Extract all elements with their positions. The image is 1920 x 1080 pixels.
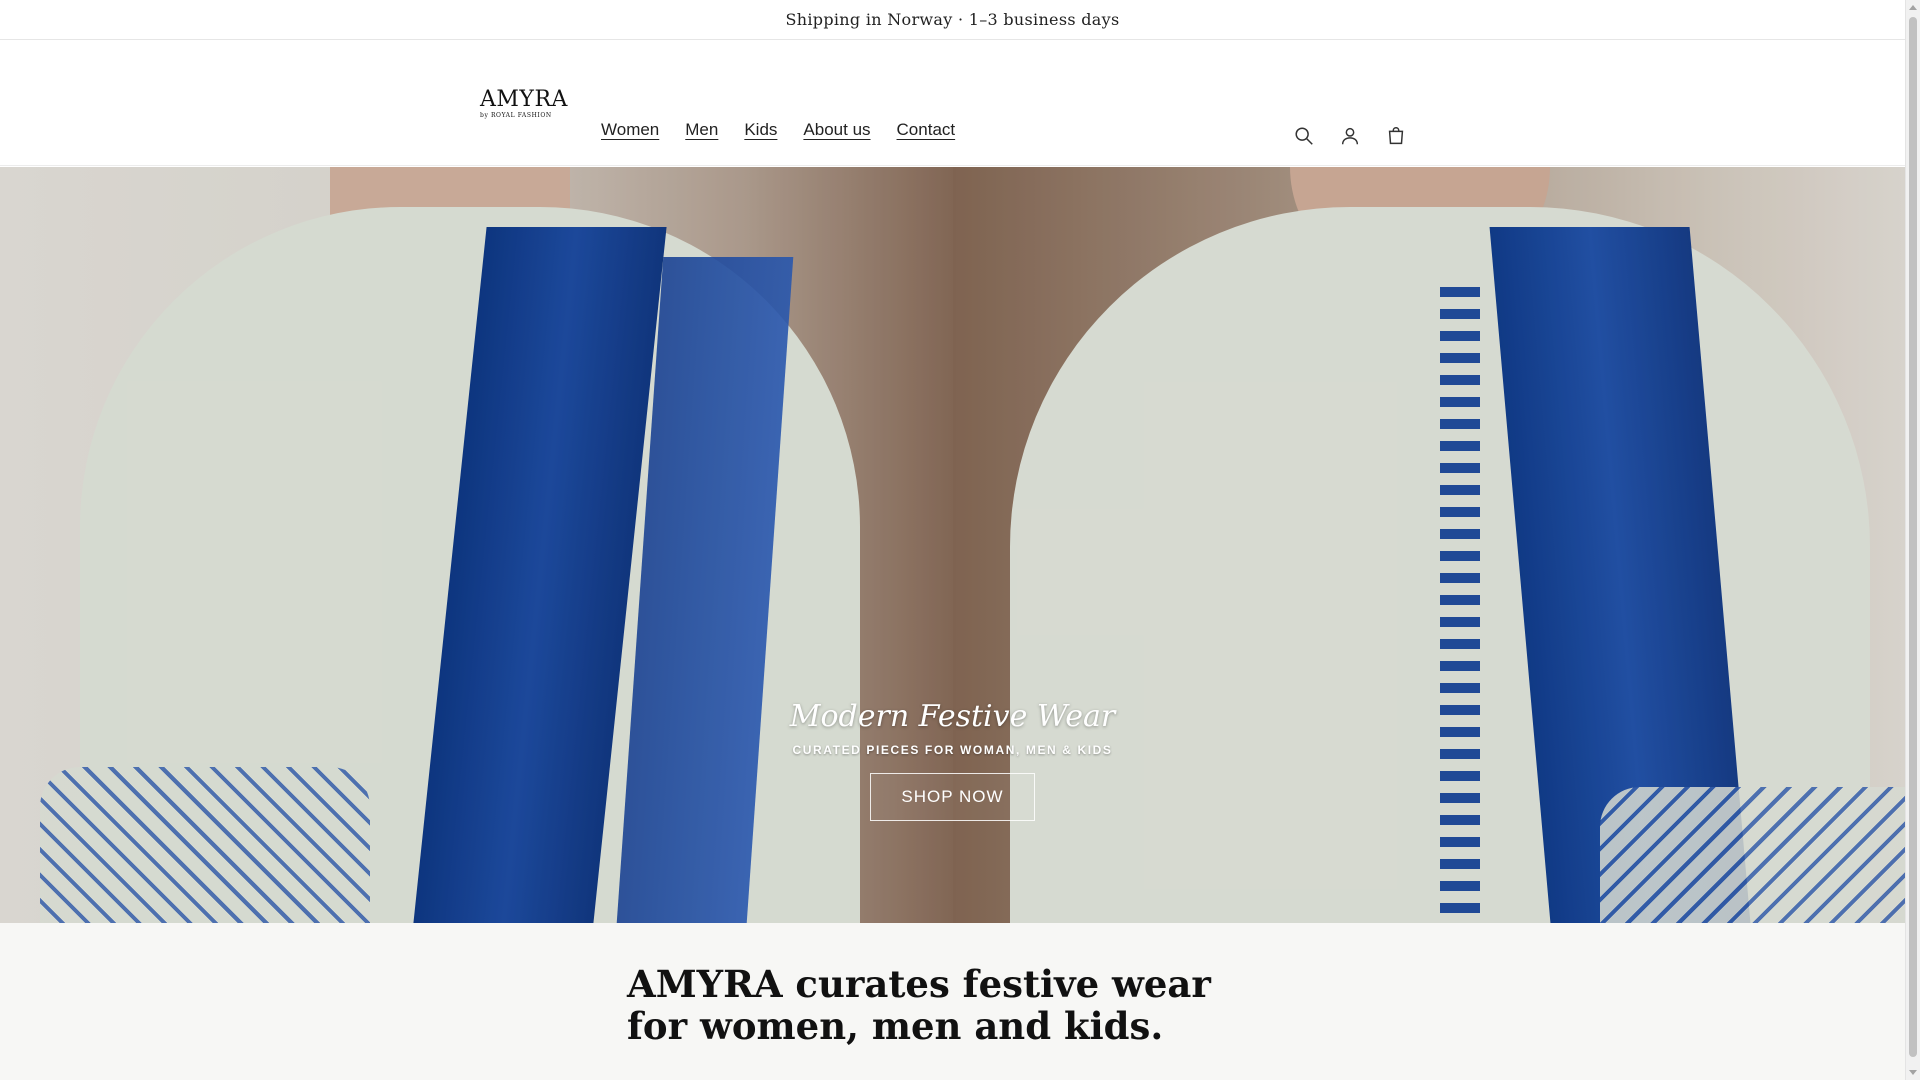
scroll-thumb[interactable] xyxy=(1909,17,1917,1057)
scroll-up-arrow-icon[interactable] xyxy=(1909,5,1917,10)
intro-heading: AMYRA curates festive wear for women, me… xyxy=(627,962,1211,1048)
search-icon xyxy=(1295,127,1313,145)
nav-item-contact[interactable]: Contact xyxy=(884,120,969,140)
scroll-down-arrow-icon[interactable] xyxy=(1909,1070,1917,1075)
announcement-bar: Shipping in Norway · 1–3 business days xyxy=(0,0,1905,40)
logo-wordmark: AMYRA xyxy=(480,87,568,112)
hero-content: Modern Festive Wear CURATED PIECES FOR W… xyxy=(0,697,1905,821)
cart-icon xyxy=(1388,127,1404,145)
hero-subtitle: CURATED PIECES FOR WOMAN, MEN & KIDS xyxy=(792,743,1113,757)
nav-item-women[interactable]: Women xyxy=(588,120,672,140)
main-nav: Women Men Kids About us Contact xyxy=(588,120,968,140)
cart-button[interactable] xyxy=(1382,122,1410,150)
shop-now-button[interactable]: SHOP NOW xyxy=(870,773,1035,821)
logo-tagline: by ROYAL FASHION xyxy=(480,112,552,119)
nav-item-kids[interactable]: Kids xyxy=(731,120,790,140)
nav-item-about-us[interactable]: About us xyxy=(790,120,883,140)
page: Shipping in Norway · 1–3 business days A… xyxy=(0,0,1905,1080)
header-icons xyxy=(1290,122,1410,150)
search-button[interactable] xyxy=(1290,122,1318,150)
account-icon xyxy=(1341,127,1359,145)
page-scrollbar[interactable] xyxy=(1905,0,1920,1080)
announcement-text: Shipping in Norway · 1–3 business days xyxy=(785,10,1120,29)
nav-item-men[interactable]: Men xyxy=(672,120,731,140)
hero-banner: Modern Festive Wear CURATED PIECES FOR W… xyxy=(0,167,1905,923)
site-header: AMYRA by ROYAL FASHION Women Men Kids Ab… xyxy=(0,40,1905,166)
account-button[interactable] xyxy=(1336,122,1364,150)
logo[interactable]: AMYRA by ROYAL FASHION xyxy=(480,87,568,120)
intro-section: AMYRA curates festive wear for women, me… xyxy=(0,923,1905,1080)
hero-title: Modern Festive Wear xyxy=(789,699,1116,734)
